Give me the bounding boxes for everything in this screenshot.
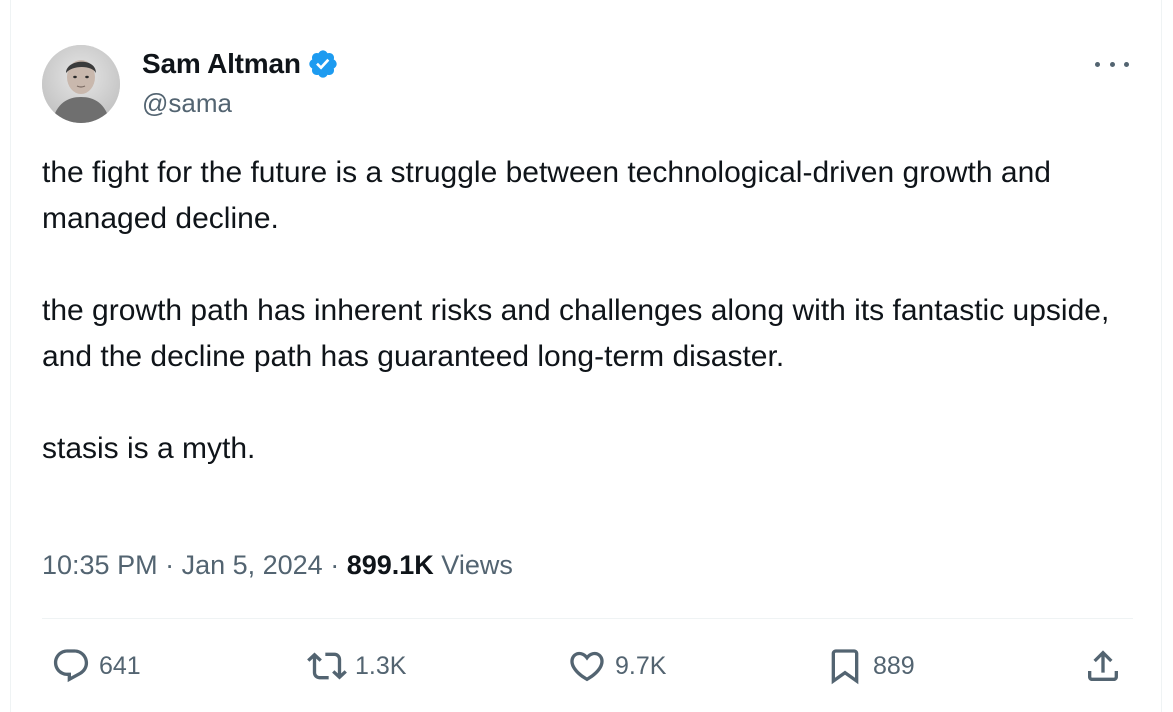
tweet-time[interactable]: 10:35 PM <box>42 550 158 580</box>
views-count[interactable]: 899.1K <box>347 550 434 580</box>
heart-icon <box>570 651 604 682</box>
avatar[interactable] <box>42 45 120 123</box>
tweet-paragraph: the growth path has inherent risks and c… <box>42 294 1110 373</box>
reply-icon <box>53 649 89 683</box>
retweet-icon <box>307 652 347 680</box>
bookmark-count: 889 <box>873 651 915 680</box>
reply-count: 641 <box>99 651 141 680</box>
like-button[interactable]: 9.7K <box>567 643 666 689</box>
tweet-date[interactable]: Jan 5, 2024 <box>182 550 323 580</box>
tweet-card: Sam Altman @sama the fight for the futur… <box>10 0 1162 712</box>
meta-separator: · <box>157 550 182 580</box>
verified-badge-icon[interactable] <box>307 48 339 80</box>
author-display-name[interactable]: Sam Altman <box>142 48 301 80</box>
more-dot-icon <box>1109 61 1115 67</box>
like-count: 9.7K <box>615 651 667 680</box>
share-icon <box>1088 650 1118 681</box>
action-bar: 641 1.3K 9.7K 889 <box>11 643 1161 689</box>
meta-separator: · <box>322 550 347 580</box>
more-options-button[interactable] <box>1095 52 1129 76</box>
retweet-count: 1.3K <box>355 651 407 680</box>
tweet-paragraph: the fight for the future is a struggle b… <box>42 156 1051 235</box>
retweet-button[interactable]: 1.3K <box>307 643 406 689</box>
more-dot-icon <box>1124 61 1129 67</box>
author-name-row[interactable]: Sam Altman <box>142 46 339 82</box>
share-button[interactable] <box>1083 643 1123 689</box>
reply-button[interactable]: 641 <box>51 643 141 689</box>
views-label[interactable]: Views <box>441 550 513 580</box>
author-handle[interactable]: @sama <box>142 88 232 119</box>
tweet-metadata: 10:35 PM · Jan 5, 2024 · 899.1K Views <box>42 550 513 581</box>
bookmark-button[interactable]: 889 <box>825 643 915 689</box>
bookmark-icon <box>831 649 859 685</box>
more-dot-icon <box>1095 61 1100 67</box>
tweet-paragraph: stasis is a myth. <box>42 432 256 465</box>
tweet-text: the fight for the future is a struggle b… <box>42 150 1142 472</box>
avatar-photo <box>42 45 120 123</box>
divider <box>42 618 1133 619</box>
